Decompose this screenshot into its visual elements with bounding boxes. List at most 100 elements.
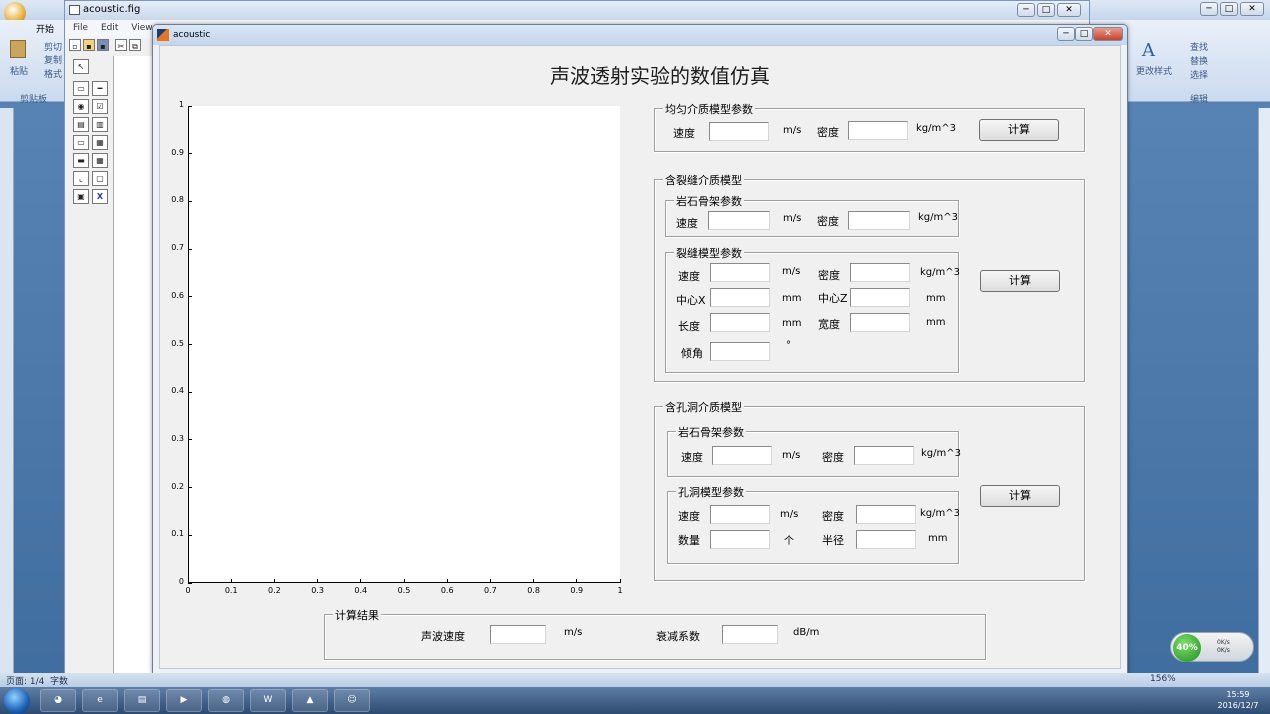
- guide-minimize-button[interactable]: ─: [1017, 3, 1035, 17]
- crack-center-z-input[interactable]: [850, 288, 910, 307]
- figure-close-button[interactable]: ✕: [1093, 27, 1123, 41]
- save-icon[interactable]: ▪: [97, 39, 109, 51]
- taskbar-app-icon[interactable]: ◍: [208, 689, 244, 712]
- figure-restore-button[interactable]: □: [1075, 27, 1093, 41]
- toggle-tool-icon[interactable]: ▬: [73, 153, 89, 168]
- select-button[interactable]: 选择: [1190, 68, 1208, 81]
- vertical-scrollbar[interactable]: [1258, 108, 1270, 673]
- pore-radius-input[interactable]: [856, 530, 916, 549]
- pore-speed-input[interactable]: [710, 505, 770, 524]
- pore-count-input[interactable]: [710, 530, 770, 549]
- system-clock[interactable]: 15:59 2016/12/7: [1210, 689, 1266, 711]
- crack-density-input[interactable]: [850, 263, 910, 282]
- word-close-button[interactable]: ✕: [1240, 2, 1264, 16]
- replace-button[interactable]: 替换: [1190, 54, 1208, 67]
- taskbar: ◕ e ▤ ▶ ◍ W ▲ ☺ 15:59 2016/12/7: [0, 687, 1270, 714]
- x-tick-label: 0.6: [440, 586, 454, 595]
- tab-home[interactable]: 开始: [36, 22, 54, 35]
- crack-medium-panel: 含裂缝介质模型 岩石骨架参数 速度 m/s 密度 kg/m^3 裂缝模型参数 速…: [654, 172, 1085, 382]
- taskbar-matlab-icon[interactable]: ▲: [292, 689, 328, 712]
- open-icon[interactable]: ▪: [83, 39, 95, 51]
- crack-length-label: 长度: [678, 320, 700, 333]
- format-painter-button[interactable]: 格式: [44, 67, 62, 80]
- activex-tool-icon[interactable]: X: [92, 189, 108, 204]
- axes-tool-icon[interactable]: ⌞: [73, 171, 89, 186]
- taskbar-media-icon[interactable]: ▶: [166, 689, 202, 712]
- crack-compute-button[interactable]: 计算: [980, 270, 1060, 292]
- guide-restore-button[interactable]: □: [1037, 3, 1055, 17]
- pore-density-input[interactable]: [856, 505, 916, 524]
- paste-label[interactable]: 粘贴: [10, 64, 28, 77]
- radio-tool-icon[interactable]: ◉: [73, 99, 89, 114]
- y-tick: [188, 248, 192, 250]
- pore-rock-speed-input[interactable]: [712, 446, 772, 465]
- status-words[interactable]: 字数: [50, 674, 68, 687]
- new-icon[interactable]: ▫: [69, 39, 81, 51]
- result-speed-output[interactable]: [490, 625, 546, 644]
- plot-area[interactable]: [188, 106, 620, 583]
- pushbutton-tool-icon[interactable]: ▭: [73, 81, 89, 96]
- slider-tool-icon[interactable]: ━: [92, 81, 108, 96]
- menu-file[interactable]: File: [73, 23, 88, 33]
- panel-tool-icon[interactable]: ▢: [92, 171, 108, 186]
- crack-center-x-input[interactable]: [710, 288, 770, 307]
- y-tick-label: 0.1: [171, 529, 184, 539]
- text-tool-icon[interactable]: ▥: [92, 117, 108, 132]
- cut-icon[interactable]: ✂: [115, 39, 127, 51]
- taskbar-ie-icon[interactable]: e: [82, 689, 118, 712]
- status-page[interactable]: 页面: 1/4: [6, 674, 44, 687]
- pore-density-label: 密度: [822, 510, 844, 523]
- figure-minimize-button[interactable]: ─: [1057, 27, 1075, 41]
- crack-speed-input[interactable]: [710, 263, 770, 282]
- popup-tool-icon[interactable]: ▭: [73, 135, 89, 150]
- checkbox-tool-icon[interactable]: ☑: [92, 99, 108, 114]
- y-tick: [188, 534, 192, 536]
- listbox-tool-icon[interactable]: ▦: [92, 135, 108, 150]
- pore-rock-density-input[interactable]: [854, 446, 914, 465]
- change-styles-icon[interactable]: A: [1142, 40, 1155, 61]
- net-speed-text: 0K/s 0K/s: [1217, 639, 1230, 655]
- guide-close-button[interactable]: ✕: [1057, 3, 1081, 17]
- edit-tool-icon[interactable]: ▤: [73, 117, 89, 132]
- network-monitor-widget[interactable]: 40% 0K/s 0K/s: [1170, 632, 1254, 662]
- x-tick: [360, 579, 362, 583]
- select-arrow-icon[interactable]: ↖: [73, 59, 89, 74]
- y-tick: [188, 582, 192, 584]
- pore-count-label: 数量: [678, 534, 700, 547]
- cut-button[interactable]: 剪切: [44, 40, 62, 53]
- zoom-level[interactable]: 156%: [1150, 674, 1176, 684]
- buttongroup-tool-icon[interactable]: ▣: [73, 189, 89, 204]
- crack-length-input[interactable]: [710, 313, 770, 332]
- y-tick-label: 1: [178, 100, 184, 109]
- taskbar-explorer-icon[interactable]: ▤: [124, 689, 160, 712]
- taskbar-word-icon[interactable]: W: [250, 689, 286, 712]
- result-attenuation-output[interactable]: [722, 625, 778, 644]
- word-minimize-button[interactable]: ─: [1200, 2, 1218, 16]
- taskbar-qq-icon[interactable]: ☺: [334, 689, 370, 712]
- x-tick: [403, 579, 405, 583]
- guide-figure-icon: [69, 5, 80, 15]
- pore-compute-button[interactable]: 计算: [980, 485, 1060, 507]
- crack-rock-speed-input[interactable]: [708, 211, 770, 230]
- crack-width-input[interactable]: [850, 313, 910, 332]
- find-button[interactable]: 查找: [1190, 40, 1208, 53]
- start-button[interactable]: [4, 688, 30, 714]
- copy-button[interactable]: 复制: [44, 53, 62, 66]
- table-tool-icon[interactable]: ▦: [92, 153, 108, 168]
- word-restore-button[interactable]: □: [1220, 2, 1238, 16]
- x-tick-label: 0.7: [484, 586, 497, 595]
- uniform-speed-input[interactable]: [709, 122, 769, 141]
- menu-edit[interactable]: Edit: [101, 23, 118, 33]
- crack-rock-density-input[interactable]: [848, 211, 910, 230]
- menu-view[interactable]: View: [131, 23, 152, 33]
- y-tick-label: 0.4: [171, 386, 184, 396]
- pore-rock-density-unit: kg/m^3: [921, 448, 961, 459]
- paste-icon[interactable]: [10, 40, 26, 58]
- crack-angle-input[interactable]: [710, 342, 770, 361]
- copy-icon[interactable]: ⧉: [129, 39, 141, 51]
- uniform-compute-button[interactable]: 计算: [979, 119, 1059, 141]
- taskbar-chrome-icon[interactable]: ◕: [40, 689, 76, 712]
- uniform-density-input[interactable]: [848, 121, 908, 140]
- x-tick-label: 0.9: [570, 586, 584, 595]
- pore-panel-title: 含孔洞介质模型: [663, 399, 744, 415]
